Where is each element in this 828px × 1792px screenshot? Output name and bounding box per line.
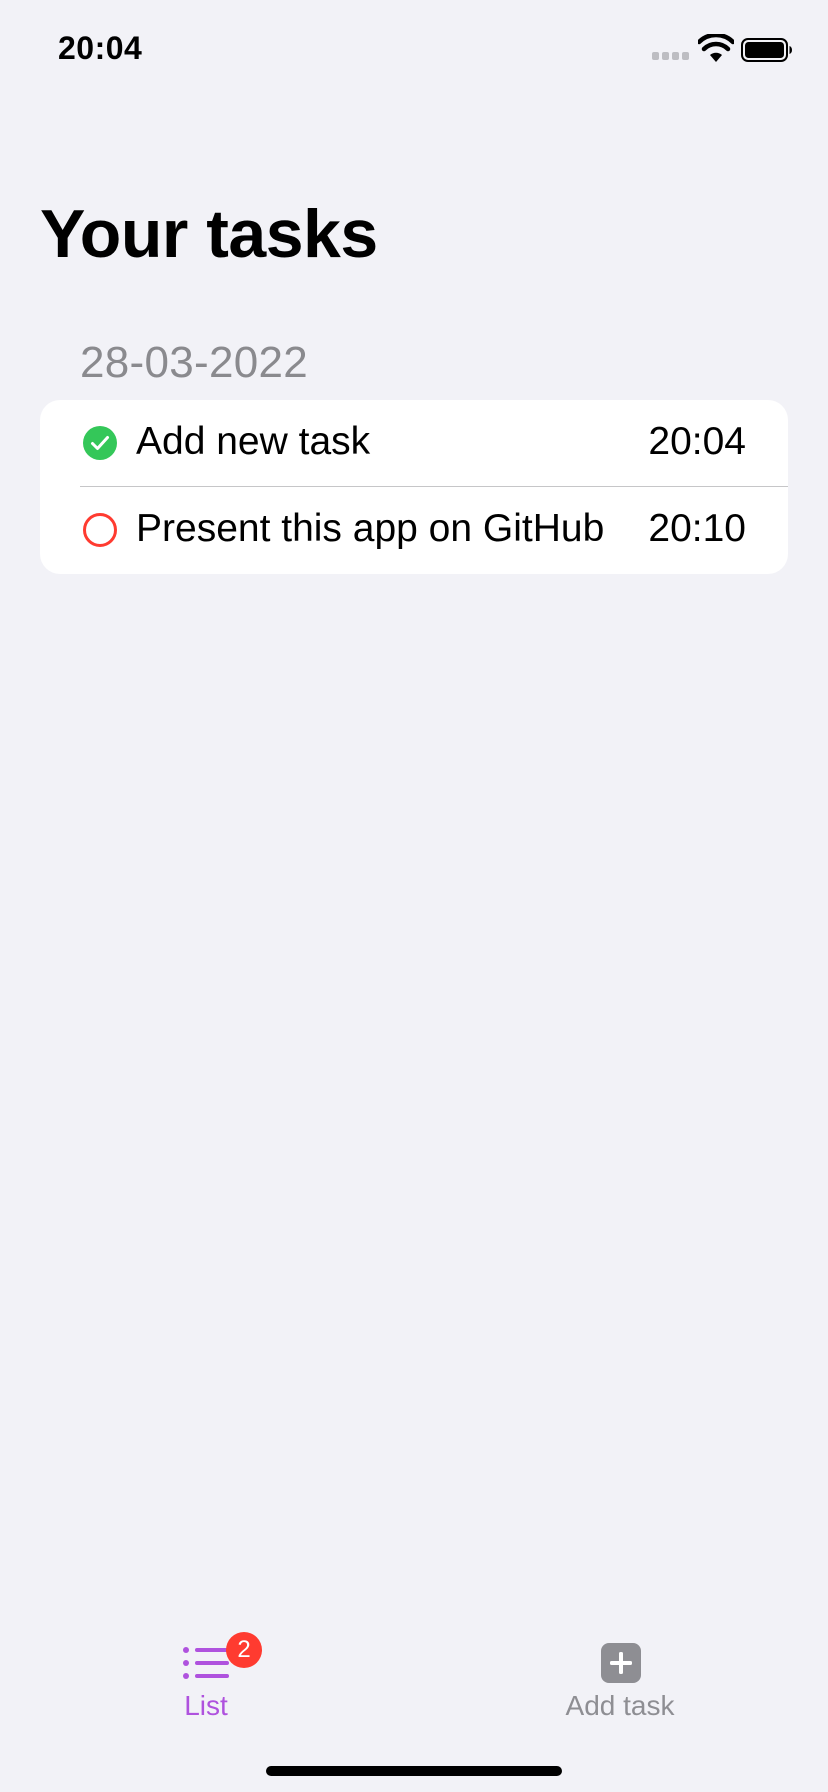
- tab-label: List: [184, 1690, 228, 1721]
- app-screen: 20:04 Your tasks 28-03-2022 Add new task…: [0, 0, 828, 1792]
- list-icon: [183, 1647, 229, 1679]
- task-row[interactable]: Present this app on GitHub 20:10: [40, 487, 788, 574]
- section-date-header: 28-03-2022: [80, 338, 309, 387]
- task-row[interactable]: Add new task 20:04: [40, 400, 788, 487]
- task-time: 20:10: [648, 507, 746, 550]
- page-title: Your tasks: [40, 196, 378, 272]
- plus-square-icon: [601, 1643, 641, 1683]
- home-indicator: [266, 1766, 562, 1776]
- tab-badge: 2: [226, 1632, 262, 1668]
- tab-add-task[interactable]: Add task: [530, 1620, 710, 1730]
- task-title: Add new task: [136, 420, 371, 463]
- battery-icon: [741, 38, 792, 62]
- task-title: Present this app on GitHub: [136, 507, 605, 550]
- task-list: Add new task 20:04 Present this app on G…: [40, 400, 788, 574]
- tab-label: Add task: [565, 1690, 675, 1721]
- wifi-icon: [698, 34, 734, 62]
- status-bar: 20:04: [0, 0, 828, 100]
- cellular-signal-icon: [652, 52, 692, 62]
- empty-circle-icon[interactable]: [82, 512, 118, 548]
- status-time: 20:04: [58, 30, 143, 66]
- task-time: 20:04: [648, 420, 746, 463]
- tab-list[interactable]: 2 List: [116, 1620, 296, 1730]
- checkmark-circle-filled-icon[interactable]: [82, 425, 118, 461]
